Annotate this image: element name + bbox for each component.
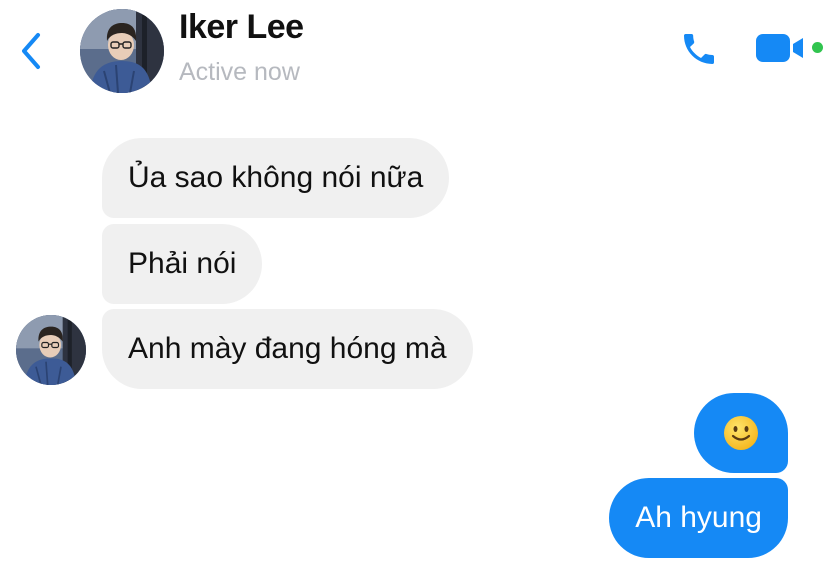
message-text: Ah hyung xyxy=(635,501,762,534)
message-text: Ủa sao không nói nữa xyxy=(128,161,424,194)
chevron-left-icon xyxy=(22,33,40,69)
voice-call-button[interactable] xyxy=(676,26,722,72)
active-status: Active now xyxy=(179,58,300,86)
incoming-message[interactable]: Phải nói xyxy=(102,224,263,304)
sender-photo xyxy=(16,315,86,385)
incoming-message[interactable]: Anh mày đang hóng mà xyxy=(102,309,473,389)
active-indicator-dot xyxy=(812,42,823,53)
outgoing-emoji-message[interactable] xyxy=(694,393,788,473)
incoming-message[interactable]: Ủa sao không nói nữa xyxy=(102,138,450,218)
phone-icon xyxy=(684,34,714,64)
back-button[interactable] xyxy=(14,30,48,72)
sender-avatar[interactable] xyxy=(16,315,86,385)
video-call-button[interactable] xyxy=(756,28,810,68)
contact-name[interactable]: Iker Lee xyxy=(179,8,304,47)
contact-photo xyxy=(80,9,164,93)
contact-avatar[interactable] xyxy=(80,9,164,93)
outgoing-message[interactable]: Ah hyung xyxy=(609,478,788,558)
slightly-smiling-face-icon xyxy=(724,416,758,450)
message-text: Phải nói xyxy=(128,247,237,280)
message-text: Anh mày đang hóng mà xyxy=(128,332,447,365)
video-camera-icon xyxy=(756,34,803,62)
